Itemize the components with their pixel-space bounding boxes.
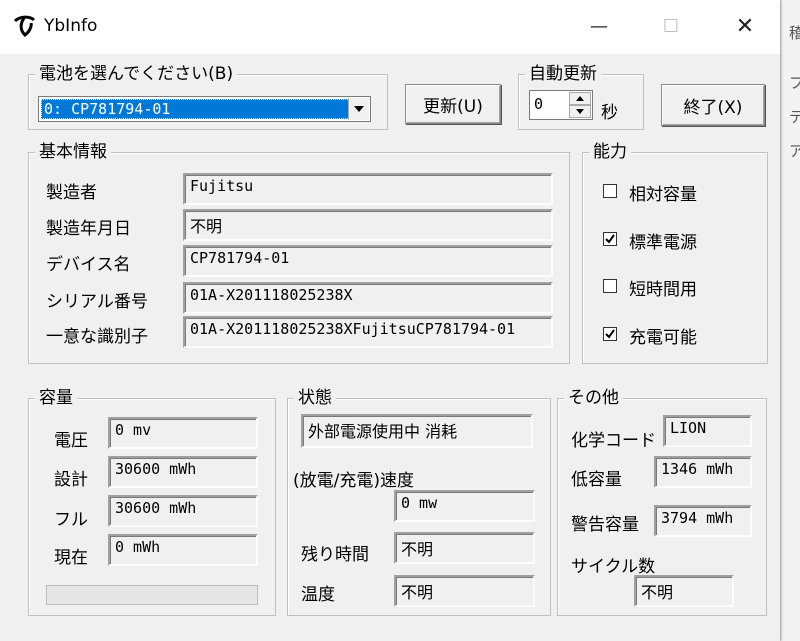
status-field[interactable]: 外部電源使用中 消耗 [301, 414, 533, 448]
basic-info-legend: 基本情報 [35, 141, 111, 163]
design-capacity-label: 設計 [54, 470, 88, 490]
relative-capacity-checkbox[interactable] [603, 184, 617, 198]
auto-refresh-value: 0 [534, 95, 544, 113]
device-name-field[interactable]: CP781794-01 [183, 245, 553, 277]
window-title: YbInfo [44, 16, 98, 36]
battery-combo[interactable]: 0: CP781794-01 [38, 96, 371, 122]
chevron-down-icon[interactable] [348, 98, 369, 120]
checkmark-icon [605, 329, 615, 339]
chemistry-label: 化学コード [571, 431, 656, 451]
auto-refresh-unit: 秒 [601, 103, 618, 123]
voltage-label: 電圧 [54, 431, 88, 451]
cycle-count-label: サイクル数 [571, 557, 656, 577]
exit-button[interactable]: 終了(X) [661, 84, 765, 126]
close-button[interactable]: ✕ [720, 6, 770, 46]
short-term-label: 短時間用 [629, 280, 697, 300]
background-char: 稽 [789, 24, 800, 42]
auto-refresh-legend: 自動更新 [525, 63, 601, 85]
status-legend: 状態 [294, 387, 336, 409]
short-term-checkbox[interactable] [603, 279, 617, 293]
unique-id-label: 一意な識別子 [46, 327, 148, 347]
voltage-field[interactable]: 0 mv [108, 417, 258, 449]
design-capacity-field[interactable]: 30600 mWh [108, 456, 258, 488]
manufacturer-label: 製造者 [46, 183, 97, 203]
system-power-checkbox[interactable] [603, 232, 617, 246]
manufacture-date-label: 製造年月日 [46, 219, 131, 239]
background-char: ア [789, 142, 800, 160]
auto-refresh-spinner[interactable]: 0 [529, 90, 593, 120]
maximize-button[interactable]: ☐ [646, 6, 696, 46]
other-legend: その他 [564, 387, 623, 409]
title-bar[interactable]: YbInfo — ☐ ✕ [0, 0, 780, 54]
low-capacity-field[interactable]: 1346 mWh [654, 456, 752, 488]
background-window: 稽 フ テ ア [780, 0, 800, 641]
unique-id-field[interactable]: 01A-X201118025238XFujitsuCP781794-01 [183, 316, 553, 348]
current-capacity-label: 現在 [54, 548, 88, 568]
battery-combo-value: 0: CP781794-01 [41, 99, 350, 119]
device-name-label: デバイス名 [46, 255, 131, 275]
rate-label: (放電/充電)速度 [293, 471, 414, 491]
capability-legend: 能力 [589, 141, 631, 163]
capacity-progress-bar [46, 585, 258, 605]
ybinfo-window: YbInfo — ☐ ✕ 電池を選んでください(B) 0: CP781794-0… [0, 0, 780, 641]
remaining-time-field[interactable]: 不明 [394, 532, 535, 564]
serial-number-field[interactable]: 01A-X201118025238X [183, 282, 553, 314]
rechargeable-checkbox[interactable] [603, 327, 617, 341]
relative-capacity-label: 相対容量 [629, 185, 697, 205]
minimize-button[interactable]: — [574, 6, 624, 46]
manufacturer-field[interactable]: Fujitsu [183, 173, 553, 205]
warning-capacity-field[interactable]: 3794 mWh [654, 505, 752, 537]
battery-select-legend: 電池を選んでください(B) [35, 63, 238, 85]
capacity-legend: 容量 [35, 387, 77, 409]
app-icon [13, 15, 36, 37]
full-capacity-field[interactable]: 30600 mWh [108, 495, 258, 527]
chemistry-field[interactable]: LION [663, 415, 752, 447]
spin-down-icon[interactable] [569, 105, 591, 118]
serial-number-label: シリアル番号 [46, 292, 148, 312]
refresh-button[interactable]: 更新(U) [405, 84, 501, 124]
cycle-count-field[interactable]: 不明 [634, 575, 734, 607]
temperature-label: 温度 [301, 585, 335, 605]
full-capacity-label: フル [54, 510, 88, 530]
manufacture-date-field[interactable]: 不明 [183, 209, 553, 241]
remaining-time-label: 残り時間 [301, 545, 369, 565]
current-capacity-field[interactable]: 0 mWh [108, 534, 258, 566]
warning-capacity-label: 警告容量 [571, 515, 639, 535]
rechargeable-label: 充電可能 [629, 328, 697, 348]
low-capacity-label: 低容量 [571, 470, 622, 490]
temperature-field[interactable]: 不明 [394, 575, 535, 607]
rate-field[interactable]: 0 mw [394, 490, 535, 522]
background-char: テ [789, 108, 800, 126]
checkmark-icon [605, 234, 615, 244]
background-char: フ [789, 74, 800, 92]
system-power-label: 標準電源 [629, 233, 697, 253]
spin-up-icon[interactable] [569, 92, 591, 105]
